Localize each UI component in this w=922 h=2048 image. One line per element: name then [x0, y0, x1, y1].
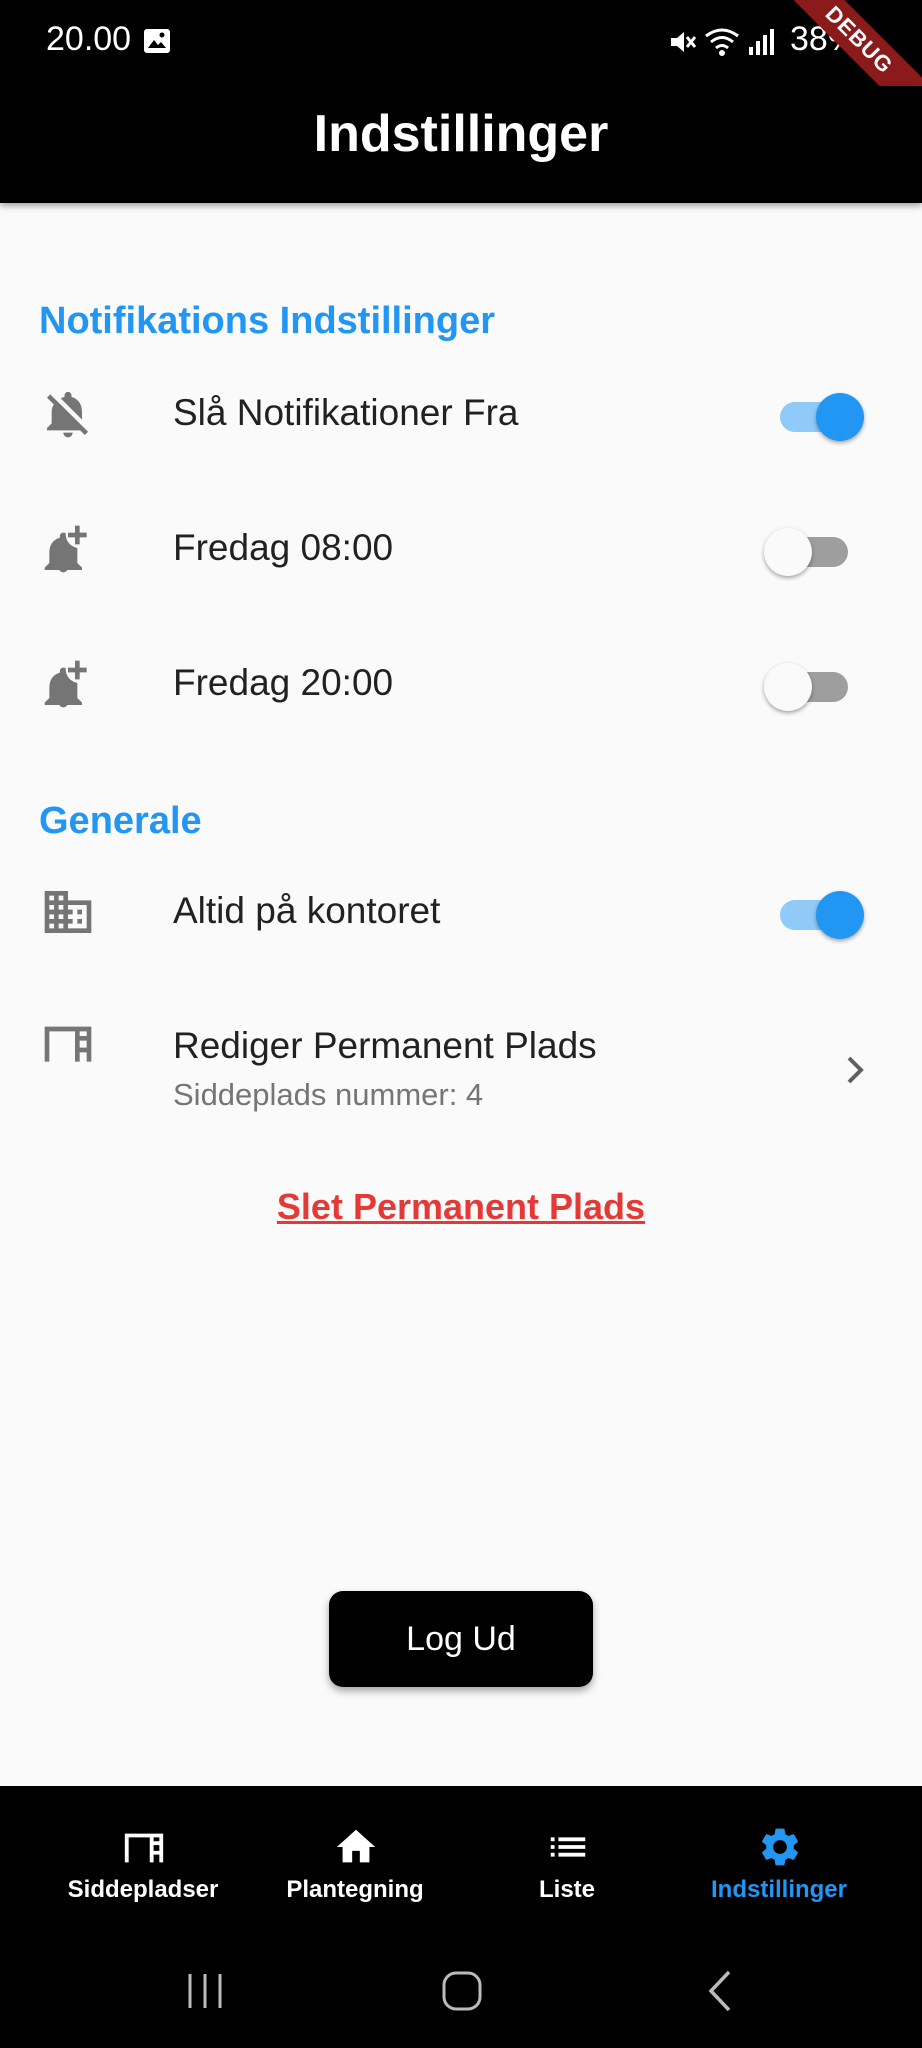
nav-item-indstillinger[interactable]: Indstillinger: [679, 1786, 879, 1926]
setting-label: Altid på kontoret: [173, 890, 441, 931]
system-navigation-bar: [0, 1926, 922, 2048]
nav-label: Plantegning: [286, 1876, 424, 1903]
page-title: Indstillinger: [313, 105, 609, 163]
setting-label: Slå Notifikationer Fra: [173, 392, 519, 433]
gear-icon: [762, 1828, 798, 1866]
delete-permanent-seat-link[interactable]: Slet Permanent Plads: [0, 1186, 922, 1228]
bell-plus-icon: [44, 660, 87, 708]
status-icons: [668, 24, 776, 60]
status-time: 20.00: [46, 20, 132, 58]
toggle-friday-0800[interactable]: [764, 522, 856, 578]
setting-row-friday-2000[interactable]: Fredag 20:00: [0, 650, 922, 720]
section-title-notifications: Notifikations Indstillinger: [39, 300, 496, 342]
setting-row-friday-0800[interactable]: Fredag 08:00: [0, 515, 922, 585]
setting-label: Rediger Permanent Plads: [173, 1025, 597, 1066]
setting-label: Fredag 08:00: [173, 527, 394, 568]
mute-icon: [671, 32, 697, 52]
setting-label: Fredag 20:00: [173, 662, 394, 703]
nav-label: Liste: [538, 1876, 595, 1903]
wifi-icon: [705, 28, 739, 56]
toggle-mute-notifications[interactable]: [772, 387, 864, 443]
toggle-friday-2000[interactable]: [764, 657, 856, 713]
back-icon[interactable]: [697, 1966, 747, 2016]
nav-item-siddepladser[interactable]: Siddepladser: [43, 1786, 243, 1926]
gallery-icon: [144, 29, 170, 53]
nav-label: Indstillinger: [710, 1876, 847, 1903]
bell-plus-icon: [44, 525, 87, 573]
chevron-right-icon: [847, 1056, 864, 1084]
setting-row-edit-permanent-seat[interactable]: Rediger Permanent Plads Siddeplads numme…: [0, 1015, 922, 1135]
recent-apps-icon[interactable]: [180, 1966, 230, 2016]
setting-row-always-office[interactable]: Altid på kontoret: [0, 878, 922, 948]
list-icon: [550, 1837, 586, 1857]
setting-row-mute-notifications[interactable]: Slå Notifikationer Fra: [0, 380, 922, 450]
app-bar: Indstillinger: [0, 86, 922, 203]
signal-icon: [749, 29, 774, 55]
nav-label: Siddepladser: [67, 1876, 219, 1903]
seat-number-subtitle: Siddeplads nummer: 4: [173, 1077, 484, 1112]
section-title-general: Generale: [39, 800, 202, 842]
toggle-always-office[interactable]: [772, 885, 864, 941]
bottom-navigation: Siddepladser Plantegning Liste Indstilli…: [0, 1786, 922, 1926]
logout-button[interactable]: Log Ud: [329, 1591, 593, 1687]
building-icon: [44, 891, 92, 933]
desk-icon: [44, 1026, 92, 1062]
bell-off-icon: [47, 391, 89, 438]
nav-item-liste[interactable]: Liste: [467, 1786, 667, 1926]
home-button-icon[interactable]: [437, 1966, 487, 2016]
home-icon: [336, 1829, 376, 1863]
nav-item-plantegning[interactable]: Plantegning: [255, 1786, 455, 1926]
status-bar: 20.00 38% DEBUG: [0, 0, 922, 135]
desk-icon: [124, 1833, 164, 1863]
